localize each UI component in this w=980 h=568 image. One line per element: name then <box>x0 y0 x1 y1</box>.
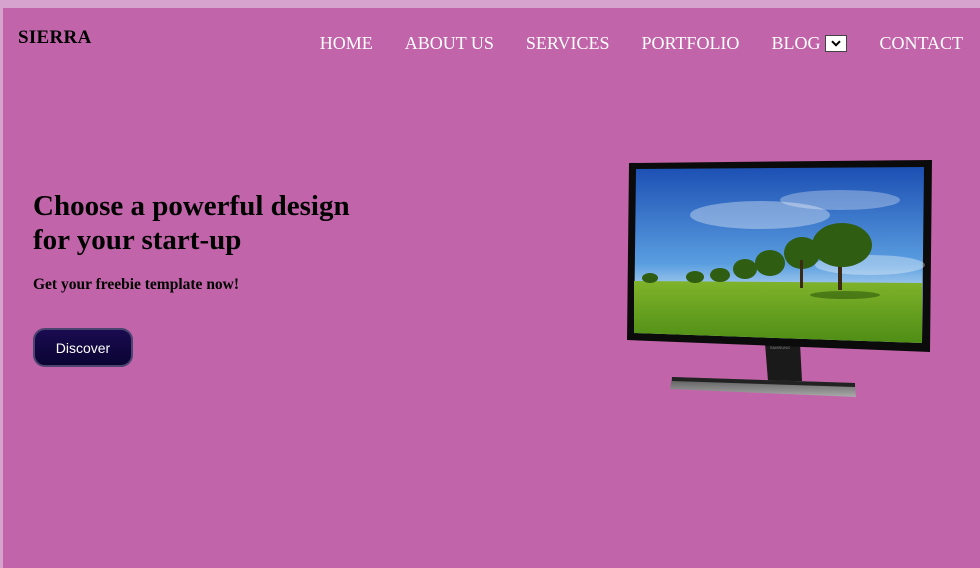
monitor-brand: SAMSUNG <box>770 345 790 350</box>
top-border <box>0 0 980 8</box>
nav-blog[interactable]: BLOG <box>771 33 820 54</box>
nav-blog-group: BLOG <box>771 33 848 54</box>
discover-button[interactable]: Discover <box>33 328 133 367</box>
site-logo[interactable]: SIERRA <box>18 27 92 49</box>
hero-title: Choose a powerful design for your start-… <box>33 190 350 256</box>
nav-contact[interactable]: CONTACT <box>879 33 963 54</box>
nav-portfolio[interactable]: PORTFOLIO <box>642 33 740 54</box>
nav-home[interactable]: HOME <box>320 33 373 54</box>
nav-services[interactable]: SERVICES <box>526 33 610 54</box>
blog-dropdown-button[interactable] <box>825 35 848 52</box>
left-border <box>0 8 3 568</box>
chevron-down-icon <box>831 40 842 47</box>
monitor-image: SAMSUNG <box>627 160 932 397</box>
main-nav: HOME ABOUT US SERVICES PORTFOLIO BLOG CO… <box>320 33 963 54</box>
nav-about-us[interactable]: ABOUT US <box>405 33 494 54</box>
hero-subtitle: Get your freebie template now! <box>33 276 240 293</box>
